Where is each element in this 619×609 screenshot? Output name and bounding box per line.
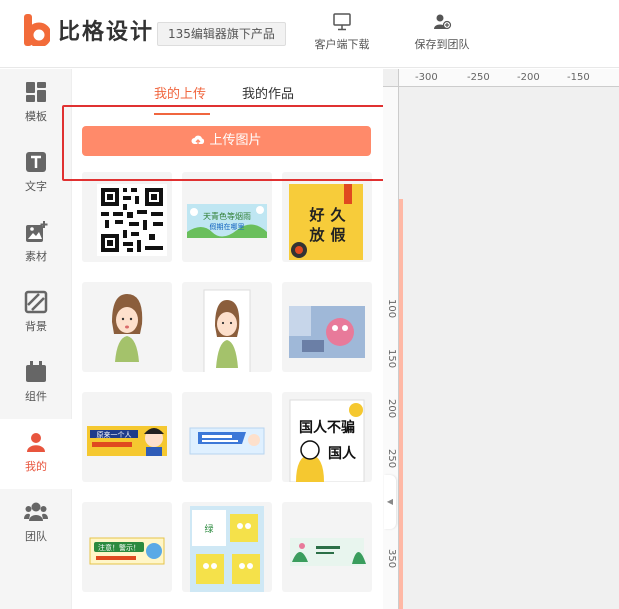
top-header: 比格设计 135编辑器旗下产品 客户端下载 保存到团队: [0, 0, 619, 68]
monitor-icon: [333, 13, 351, 31]
uploaded-image-spongebob-collage[interactable]: 绿: [182, 502, 272, 592]
user-icon: [27, 433, 45, 452]
client-download-label: 客户端下载: [314, 38, 370, 51]
yellow-banner-2-text: 注意！警示！: [98, 543, 140, 552]
sidebar-item-label: 文字: [25, 180, 47, 193]
highlight-annotation-box: [62, 105, 396, 181]
green-banner-text-1: 天青色等烟雨: [203, 211, 251, 221]
sidebar-item-background[interactable]: 背景: [0, 279, 72, 349]
background-icon: [24, 290, 48, 314]
brand-badge[interactable]: 135编辑器旗下产品: [157, 22, 286, 46]
app-window: 比格设计 135编辑器旗下产品 客户端下载 保存到团队 模板 文字 素材 背景 …: [0, 0, 619, 609]
uploaded-image-cartoon-girl[interactable]: [82, 282, 172, 372]
logo-text: 比格设计: [58, 20, 155, 45]
cartoon-girl-framed-image: [203, 289, 251, 372]
sidebar-item-label: 背景: [25, 320, 47, 333]
ruler-label: 150: [386, 349, 397, 369]
sidebar-item-label: 素材: [25, 250, 47, 263]
tab-my-uploads[interactable]: 我的上传: [154, 83, 206, 102]
holiday-char-4: 假: [330, 226, 346, 244]
image-add-icon: [26, 221, 48, 242]
uploaded-image-nature-banner[interactable]: [282, 502, 372, 592]
sidebar-item-label: 模板: [25, 110, 47, 123]
component-icon: [26, 361, 46, 382]
client-download-button[interactable]: 客户端下载: [302, 12, 382, 52]
green-banner-image: 天青色等烟雨 假期在哪里: [187, 204, 267, 238]
sidebar-item-material[interactable]: 素材: [0, 209, 72, 279]
holiday-poster-image: 好 久 放 假: [289, 184, 363, 260]
yellow-banner-image: 原来一个人: [87, 426, 167, 456]
team-save-icon: [434, 14, 452, 30]
green-banner-text-2: 假期在哪里: [210, 222, 245, 231]
qr-code-image: [82, 172, 172, 262]
sidebar-item-component[interactable]: 组件: [0, 349, 72, 419]
sidebar-item-mine[interactable]: 我的: [0, 419, 72, 489]
save-to-team-button[interactable]: 保存到团队: [402, 12, 482, 52]
save-to-team-label: 保存到团队: [414, 38, 470, 51]
uploaded-image-poster-no-lie[interactable]: 国人不骗 国人: [282, 392, 372, 482]
nature-banner-image: [290, 538, 366, 566]
vertical-ruler[interactable]: 100 150 200 250 300 350: [383, 87, 399, 609]
ruler-label: -250: [467, 72, 490, 83]
text-icon: [26, 152, 46, 172]
holiday-char-1: 好: [308, 206, 324, 224]
canvas-edge-marker: [399, 199, 403, 609]
uploaded-image-yellow-banner[interactable]: 原来一个人: [82, 392, 172, 482]
logo-icon: [24, 14, 50, 46]
holiday-char-3: 放: [308, 226, 325, 244]
uploaded-image-green-banner[interactable]: 天青色等烟雨 假期在哪里: [182, 172, 272, 262]
team-icon: [24, 502, 48, 521]
logo[interactable]: 比格设计: [24, 14, 154, 46]
ruler-label: 100: [386, 299, 397, 319]
ruler-label: -150: [567, 72, 590, 83]
uploaded-image-holiday-poster[interactable]: 好 久 放 假: [282, 172, 372, 262]
tab-my-works[interactable]: 我的作品: [242, 83, 294, 102]
ruler-label: -200: [517, 72, 540, 83]
holiday-char-2: 久: [330, 206, 346, 224]
poster-no-lie-line-2: 国人: [328, 445, 357, 462]
sidebar-item-label: 我的: [25, 460, 47, 473]
poster-no-lie-line-1: 国人不骗: [299, 419, 355, 436]
uploaded-image-qr-code[interactable]: [82, 172, 172, 262]
cartoon-girl-image: [112, 294, 143, 362]
spongebob-collage-image: 绿: [190, 506, 264, 592]
uploaded-image-blue-banner[interactable]: [182, 392, 272, 482]
uploaded-image-cartoon-scene[interactable]: [282, 282, 372, 372]
yellow-banner-2-image: 注意！警示！: [89, 537, 165, 565]
yellow-banner-text: 原来一个人: [97, 431, 132, 439]
ruler-label: -300: [415, 72, 438, 83]
poster-no-lie-image: 国人不骗 国人: [289, 399, 365, 482]
cartoon-scene-image: [289, 306, 365, 358]
ruler-label: 350: [386, 549, 397, 569]
panel-collapse-handle[interactable]: ◀: [384, 475, 396, 529]
sidebar-item-label: 组件: [25, 390, 47, 403]
ruler-label: 200: [386, 399, 397, 419]
template-icon: [26, 82, 46, 102]
ruler-label: 250: [386, 449, 397, 469]
sidebar-item-label: 团队: [25, 530, 47, 543]
blue-banner-image: [189, 427, 265, 455]
horizontal-ruler[interactable]: -300 -250 -200 -150: [383, 69, 619, 87]
ruler-corner: [383, 69, 399, 87]
sidebar-item-team[interactable]: 团队: [0, 489, 72, 559]
spongebob-green-text: 绿: [204, 523, 213, 535]
uploaded-image-cartoon-girl-framed[interactable]: [182, 282, 272, 372]
uploaded-image-yellow-banner-2[interactable]: 注意！警示！: [82, 502, 172, 592]
design-canvas-area[interactable]: -300 -250 -200 -150 100 150 200 250 300 …: [383, 69, 619, 609]
